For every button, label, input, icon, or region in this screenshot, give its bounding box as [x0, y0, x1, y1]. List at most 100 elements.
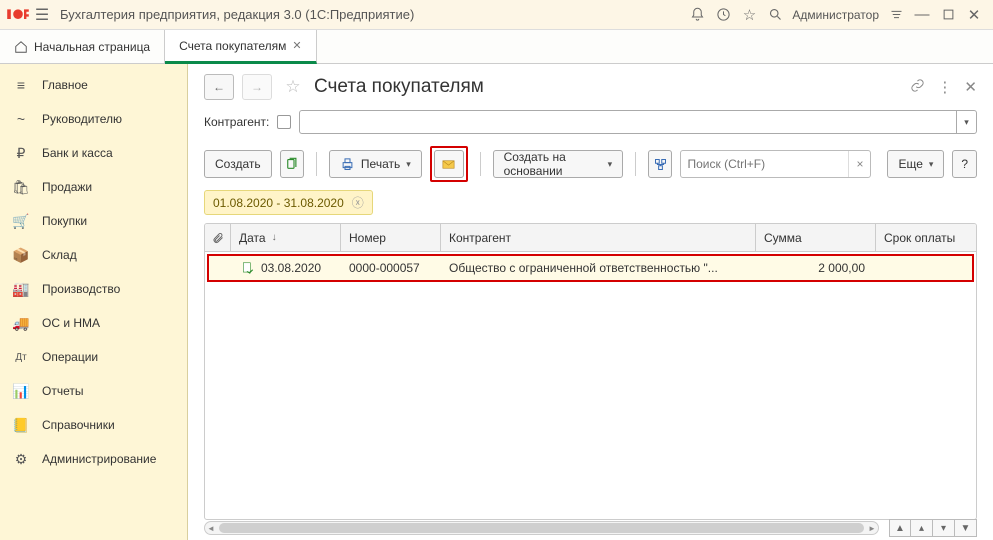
- history-icon[interactable]: [710, 2, 736, 28]
- sidebar-item-manager[interactable]: ~ Руководителю: [0, 102, 187, 136]
- col-due[interactable]: Срок оплаты: [876, 224, 976, 251]
- star-icon[interactable]: ☆: [736, 2, 762, 28]
- scroll-right-icon[interactable]: ►: [866, 522, 878, 534]
- sidebar-item-label: Администрирование: [42, 452, 156, 466]
- search-input[interactable]: [681, 151, 848, 177]
- sidebar-item-purchases[interactable]: 🛒 Покупки: [0, 204, 187, 238]
- nav-back-button[interactable]: ←: [204, 74, 234, 100]
- table-row[interactable]: 03.08.2020 0000-000057 Общество с ограни…: [209, 256, 972, 280]
- sidebar-item-label: Склад: [42, 248, 77, 262]
- kebab-menu-icon[interactable]: ⋮: [937, 78, 952, 96]
- sidebar-item-assets[interactable]: 🚚 ОС и НМА: [0, 306, 187, 340]
- col-date-label: Дата: [239, 231, 266, 245]
- ruble-icon: ₽: [12, 145, 30, 162]
- user-label[interactable]: Администратор: [788, 8, 883, 22]
- sidebar-item-bank[interactable]: ₽Банк и касса: [0, 136, 187, 170]
- envelope-icon: [441, 157, 456, 172]
- col-sum[interactable]: Сумма: [756, 224, 876, 251]
- create-label: Создать: [215, 157, 261, 171]
- col-agent-label: Контрагент: [449, 231, 511, 245]
- remove-chip-icon[interactable]: ⓧ: [352, 194, 364, 211]
- more-label: Еще: [898, 157, 922, 171]
- main-area: ← → ☆ Счета покупателям ⋮ ✕ Контрагент: …: [188, 64, 993, 540]
- structure-button[interactable]: [648, 150, 673, 178]
- go-last-icon[interactable]: ▼: [955, 519, 977, 537]
- sidebar-item-label: Отчеты: [42, 384, 83, 398]
- nav-forward-button[interactable]: →: [242, 74, 272, 100]
- sidebar-item-label: ОС и НМА: [42, 316, 100, 330]
- col-num-label: Номер: [349, 231, 386, 245]
- col-number[interactable]: Номер: [341, 224, 441, 251]
- sidebar-item-sales[interactable]: 🛍Продажи: [0, 170, 187, 204]
- cell-date: 03.08.2020: [233, 261, 341, 275]
- counterparty-input[interactable]: ▾: [299, 110, 977, 134]
- sidebar-item-main[interactable]: ≡Главное: [0, 68, 187, 102]
- sort-asc-icon: ↓: [272, 232, 277, 243]
- sidebar-item-catalogs[interactable]: 📒Справочники: [0, 408, 187, 442]
- dropdown-icon[interactable]: ▾: [956, 111, 976, 133]
- favorite-star-icon[interactable]: ☆: [280, 77, 306, 97]
- go-up-icon[interactable]: ▴: [911, 519, 933, 537]
- sidebar-item-reports[interactable]: 📊 Отчеты: [0, 374, 187, 408]
- close-window-icon[interactable]: ✕: [961, 2, 987, 28]
- dtkt-icon: Дт: [12, 352, 30, 363]
- menu-icon[interactable]: ☰: [30, 5, 54, 25]
- sidebar-item-operations[interactable]: ДтОперации: [0, 340, 187, 374]
- email-button[interactable]: [434, 150, 464, 178]
- tab-home[interactable]: Начальная страница: [0, 30, 165, 63]
- chart-icon: ~: [12, 111, 30, 127]
- print-button[interactable]: Печать ▾: [329, 150, 422, 178]
- chevron-down-icon: ▾: [608, 159, 613, 170]
- col-attachment[interactable]: [205, 224, 231, 251]
- chevron-down-icon: ▾: [406, 159, 411, 170]
- sidebar-item-label: Продажи: [42, 180, 92, 194]
- gear-icon: ⚙: [12, 451, 30, 468]
- truck-icon: 🚚: [12, 315, 30, 332]
- search-box[interactable]: ×: [680, 150, 871, 178]
- col-counterparty[interactable]: Контрагент: [441, 224, 756, 251]
- factory-icon: 🏭: [12, 281, 30, 298]
- help-button[interactable]: ?: [952, 150, 977, 178]
- app-title: Бухгалтерия предприятия, редакция 3.0 (1…: [60, 7, 414, 22]
- settings-lines-icon[interactable]: [883, 2, 909, 28]
- minimize-icon[interactable]: —: [909, 2, 935, 28]
- date-range-label: 01.08.2020 - 31.08.2020: [213, 196, 344, 210]
- bars-icon: 📊: [12, 383, 30, 400]
- tab-home-label: Начальная страница: [34, 40, 150, 54]
- maximize-icon[interactable]: [935, 2, 961, 28]
- cart-icon: 🛒: [12, 213, 30, 230]
- posted-doc-icon: [241, 261, 255, 275]
- sidebar-item-production[interactable]: 🏭Производство: [0, 272, 187, 306]
- close-tab-icon[interactable]: ✕: [292, 39, 301, 52]
- chevron-down-icon: ▾: [929, 159, 934, 170]
- cell-counterparty: Общество с ограниченной ответственностью…: [441, 261, 754, 275]
- more-button[interactable]: Еще ▾: [887, 150, 944, 178]
- sidebar-item-label: Покупки: [42, 214, 87, 228]
- col-sum-label: Сумма: [764, 231, 802, 245]
- structure-icon: [653, 157, 668, 172]
- col-date[interactable]: Дата ↓: [231, 224, 341, 251]
- search-icon[interactable]: [762, 2, 788, 28]
- counterparty-checkbox[interactable]: [277, 115, 291, 129]
- create-based-button[interactable]: Создать на основании ▾: [493, 150, 624, 178]
- sidebar: ≡Главное ~ Руководителю ₽Банк и касса 🛍Пр…: [0, 64, 188, 540]
- go-down-icon[interactable]: ▾: [933, 519, 955, 537]
- clear-search-icon[interactable]: ×: [848, 151, 870, 177]
- invoices-table: Дата ↓ Номер Контрагент Сумма Срок оплаты…: [204, 223, 977, 520]
- sidebar-item-warehouse[interactable]: 📦Склад: [0, 238, 187, 272]
- date-range-chip[interactable]: 01.08.2020 - 31.08.2020 ⓧ: [204, 190, 373, 215]
- close-page-icon[interactable]: ✕: [964, 78, 977, 96]
- copy-button[interactable]: [280, 150, 305, 178]
- horizontal-scrollbar[interactable]: ◄ ►: [204, 521, 879, 535]
- go-first-icon[interactable]: ▲: [889, 519, 911, 537]
- link-icon[interactable]: [910, 78, 925, 97]
- sidebar-item-label: Руководителю: [42, 112, 122, 126]
- sidebar-item-label: Справочники: [42, 418, 115, 432]
- copy-doc-icon: [284, 157, 299, 172]
- scrollbar-thumb[interactable]: [219, 523, 864, 533]
- bell-icon[interactable]: [684, 2, 710, 28]
- scroll-left-icon[interactable]: ◄: [205, 522, 217, 534]
- sidebar-item-admin[interactable]: ⚙ Администрирование: [0, 442, 187, 476]
- create-button[interactable]: Создать: [204, 150, 272, 178]
- tab-invoices[interactable]: Счета покупателям ✕: [165, 30, 317, 64]
